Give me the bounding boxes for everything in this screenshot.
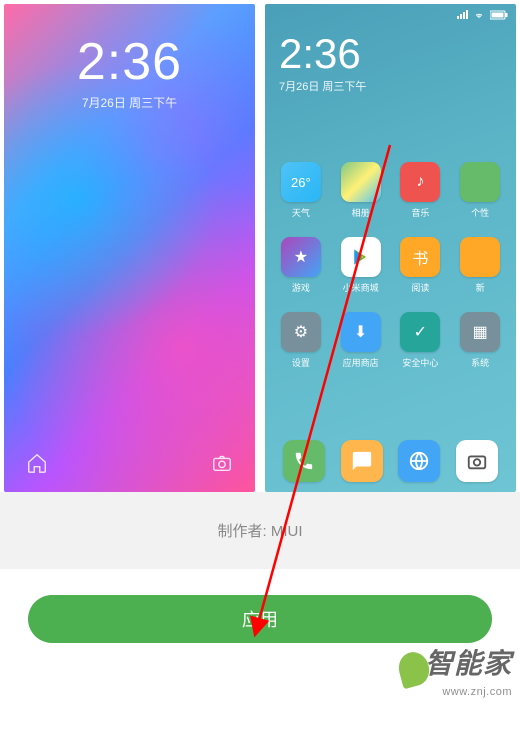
lock-time-block: 2:36 7月26日 周三下午 — [4, 32, 255, 111]
browser-icon[interactable] — [398, 440, 440, 482]
app-gallery[interactable]: 相册 — [333, 162, 389, 219]
dock — [265, 440, 516, 482]
new-icon — [460, 237, 500, 277]
app-weather[interactable]: 26°天气 — [273, 162, 329, 219]
read-icon: 书 — [400, 237, 440, 277]
message-icon[interactable] — [341, 440, 383, 482]
homescreen-preview[interactable]: 2:36 7月26日 周三下午 26°天气 相册 ♪音乐 个性 ★游戏 小米商城… — [265, 4, 516, 492]
home-time-block: 2:36 7月26日 周三下午 — [265, 22, 516, 94]
app-settings[interactable]: ⚙设置 — [273, 312, 329, 369]
shield-icon: ✓ — [400, 312, 440, 352]
app-personal[interactable]: 个性 — [452, 162, 508, 219]
lockscreen-preview[interactable]: 2:36 7月26日 周三下午 — [4, 4, 255, 492]
lock-date: 7月26日 周三下午 — [4, 94, 255, 111]
lock-time: 2:36 — [4, 32, 255, 92]
appstore-icon: ⬇ — [341, 312, 381, 352]
camera-icon — [211, 452, 233, 474]
app-security[interactable]: ✓安全中心 — [393, 312, 449, 369]
app-game[interactable]: ★游戏 — [273, 237, 329, 294]
dock-camera-icon[interactable] — [456, 440, 498, 482]
weather-icon: 26° — [281, 162, 321, 202]
phone-icon[interactable] — [283, 440, 325, 482]
app-grid: 26°天气 相册 ♪音乐 个性 ★游戏 小米商城 书阅读 新 ⚙设置 ⬇应用商店… — [265, 162, 516, 369]
wifi-icon — [472, 10, 486, 20]
battery-icon — [490, 10, 508, 20]
playstore-icon — [341, 237, 381, 277]
personal-icon — [460, 162, 500, 202]
game-icon: ★ — [281, 237, 321, 277]
home-date: 7月26日 周三下午 — [279, 78, 502, 94]
app-read[interactable]: 书阅读 — [393, 237, 449, 294]
status-bar — [265, 4, 516, 22]
preview-row: 2:36 7月26日 周三下午 2:36 7月26日 周三下午 26°天气 相册… — [0, 0, 520, 492]
app-music[interactable]: ♪音乐 — [393, 162, 449, 219]
home-time: 2:36 — [279, 30, 502, 78]
lock-bottom-icons — [4, 452, 255, 474]
home-icon — [26, 452, 48, 474]
signal-icon — [456, 10, 468, 20]
app-appstore[interactable]: ⬇应用商店 — [333, 312, 389, 369]
watermark: 智能家 www.znj.com — [399, 642, 512, 698]
author-text: 制作者: MIUI — [0, 492, 520, 569]
app-new[interactable]: 新 — [452, 237, 508, 294]
apply-button[interactable]: 应用 — [28, 595, 492, 643]
app-system[interactable]: ▦系统 — [452, 312, 508, 369]
music-icon: ♪ — [400, 162, 440, 202]
app-store[interactable]: 小米商城 — [333, 237, 389, 294]
folder-icon: ▦ — [460, 312, 500, 352]
gallery-icon — [341, 162, 381, 202]
settings-icon: ⚙ — [281, 312, 321, 352]
